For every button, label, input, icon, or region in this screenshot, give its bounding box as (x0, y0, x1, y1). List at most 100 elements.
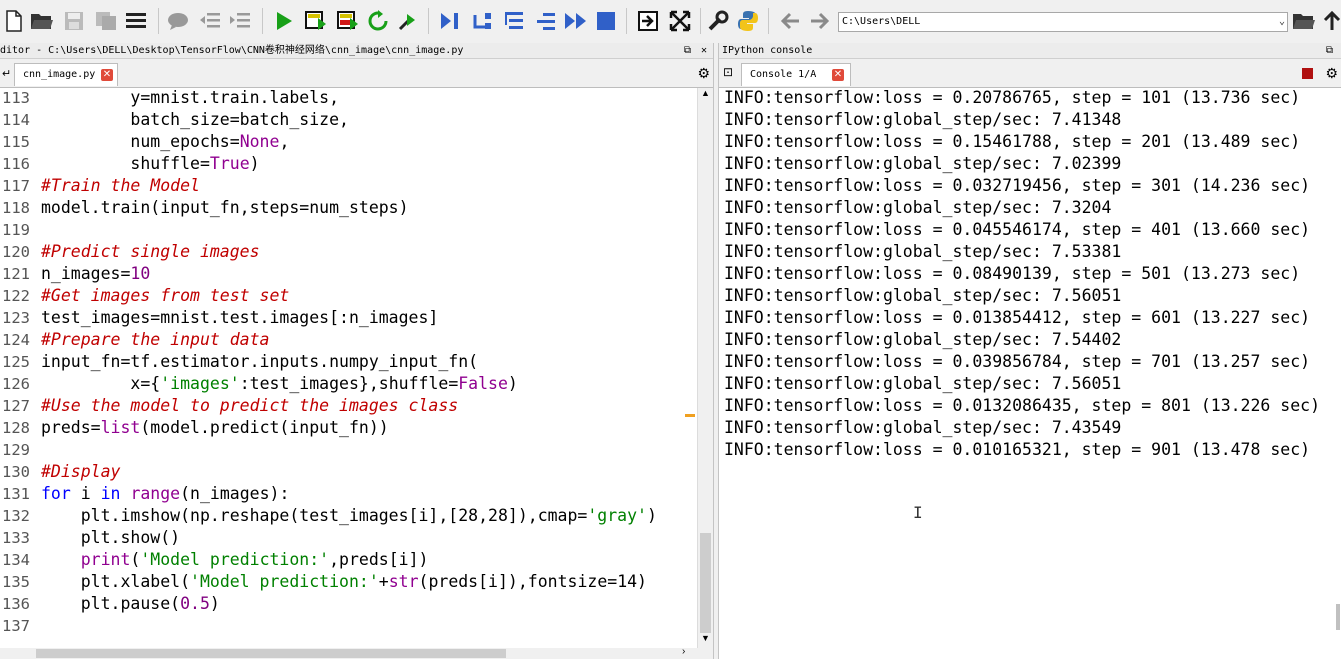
close-console-tab-icon[interactable]: ✕ (832, 69, 844, 81)
code-text: plt.show() (41, 527, 180, 549)
code-line[interactable]: 135 plt.xlabel('Model prediction:'+str(p… (0, 571, 697, 593)
maximize-pane-icon[interactable] (636, 9, 660, 33)
close-tab-icon[interactable]: ✕ (101, 69, 113, 81)
code-line[interactable]: 129 (0, 439, 697, 461)
code-text: #Use the model to predict the images cla… (41, 395, 458, 417)
console-gear-icon[interactable]: ⚙ (1325, 65, 1338, 82)
forward-arrow-icon[interactable] (808, 9, 832, 33)
indent-icon[interactable] (228, 9, 252, 33)
code-line[interactable]: 131 for i in range(n_images): (0, 483, 697, 505)
run-cell-icon[interactable] (304, 9, 328, 33)
new-file-icon[interactable] (2, 9, 26, 33)
parent-dir-icon[interactable] (1320, 9, 1341, 33)
code-line[interactable]: 121 n_images=10 (0, 263, 697, 285)
code-token: 10 (130, 264, 151, 283)
code-line[interactable]: 123 test_images=mnist.test.images[:n_imag… (0, 307, 697, 329)
code-line[interactable]: 119 (0, 219, 697, 241)
list-icon[interactable] (124, 9, 148, 33)
code-token: #Prepare the input data (41, 330, 270, 349)
run-cell-advance-icon[interactable] (336, 9, 360, 33)
continue-icon[interactable] (564, 9, 588, 33)
hscroll-thumb[interactable] (36, 649, 506, 658)
code-token: True (209, 154, 250, 173)
gear-icon[interactable]: ⚙ (697, 65, 710, 82)
console-line: INFO:tensorflow:loss = 0.032719456, step… (724, 176, 1311, 195)
code-token: (n_images): (180, 484, 290, 503)
scroll-thumb[interactable] (700, 533, 711, 633)
debug-icon[interactable] (438, 9, 462, 33)
code-token: None (239, 132, 280, 151)
code-text: plt.pause(0.5) (41, 593, 220, 615)
wrench-icon[interactable] (706, 9, 730, 33)
code-line[interactable]: 130 #Display (0, 461, 697, 483)
browse-consoles-icon[interactable]: ⊡ (723, 65, 733, 79)
unindent-icon[interactable] (198, 9, 222, 33)
code-line[interactable]: 113 y=mnist.train.labels, (0, 88, 697, 109)
tab-label: cnn_image.py (23, 69, 96, 80)
browse-folder-icon[interactable] (1292, 9, 1316, 33)
code-token: ) (646, 506, 657, 525)
close-pane-icon[interactable]: ✕ (701, 43, 707, 58)
code-token: i (70, 484, 101, 503)
python-icon[interactable] (736, 9, 760, 33)
open-folder-icon[interactable] (30, 9, 54, 33)
code-line[interactable]: 125 input_fn=tf.estimator.inputs.numpy_in… (0, 351, 697, 373)
code-line[interactable]: 122 #Get images from test set (0, 285, 697, 307)
scroll-down-icon[interactable]: ▼ (701, 633, 710, 643)
editor-horizontal-scrollbar[interactable]: › (0, 646, 713, 659)
back-arrow-icon[interactable] (778, 9, 802, 33)
code-line[interactable]: 127 #Use the model to predict the images … (0, 395, 697, 417)
working-directory-input[interactable]: C:\Users\DELL ⌄ (838, 12, 1288, 32)
browse-tabs-icon[interactable]: ↵ (2, 67, 11, 80)
line-number: 126 (2, 375, 30, 393)
code-line[interactable]: 117 #Train the Model (0, 175, 697, 197)
rerun-icon[interactable] (366, 9, 390, 33)
code-line[interactable]: 114 batch_size=batch_size, (0, 109, 697, 131)
run-icon[interactable] (272, 9, 296, 33)
scroll-right-icon[interactable]: › (682, 646, 685, 657)
stop-debug-icon[interactable] (594, 9, 618, 33)
code-token: for (41, 484, 71, 503)
code-line[interactable]: 128 preds=list(model.predict(input_fn)) (0, 417, 697, 439)
fullscreen-icon[interactable] (668, 9, 692, 33)
save-all-icon[interactable] (94, 9, 118, 33)
step-icon[interactable] (470, 9, 494, 33)
tab-cnn-image-py[interactable]: cnn_image.py ✕ (14, 63, 118, 86)
step-return-icon[interactable] (534, 9, 558, 33)
code-line[interactable]: 116 shuffle=True) (0, 153, 697, 175)
undock-icon[interactable]: ⧉ (684, 43, 691, 58)
console-tab-bar: ⊡ Console 1/A ✕ ⚙ (719, 59, 1341, 88)
save-icon[interactable] (62, 9, 86, 33)
code-line[interactable]: 115 num_epochs=None, (0, 131, 697, 153)
code-editor[interactable]: 113 y=mnist.train.labels, 114 batch_size=… (0, 88, 697, 648)
code-token: ) (507, 374, 518, 393)
scroll-up-icon[interactable]: ▲ (701, 88, 710, 98)
run-config-icon[interactable] (396, 9, 420, 33)
console-scroll-thumb[interactable] (1336, 604, 1340, 630)
code-line[interactable]: 134 print('Model prediction:',preds[i]) (0, 549, 697, 571)
comment-icon[interactable] (166, 9, 190, 33)
line-number: 137 (2, 617, 30, 635)
undock-console-icon[interactable]: ⧉ (1326, 43, 1333, 58)
code-line[interactable]: 118 model.train(input_fn,steps=num_steps) (0, 197, 697, 219)
line-number: 127 (2, 397, 30, 415)
code-line[interactable]: 120 #Predict single images (0, 241, 697, 263)
console-line: INFO:tensorflow:global_step/sec: 7.56051 (724, 286, 1122, 305)
chevron-down-icon[interactable]: ⌄ (1279, 13, 1285, 31)
console-output[interactable]: INFO:tensorflow:loss = 0.20786765, step … (719, 88, 1341, 659)
code-token: x={ (41, 374, 161, 393)
code-line[interactable]: 133 plt.show() (0, 527, 697, 549)
editor-vertical-scrollbar[interactable]: ▲ ▼ (697, 88, 714, 648)
tab-console-1a[interactable]: Console 1/A ✕ (741, 63, 851, 86)
step-into-icon[interactable] (502, 9, 526, 33)
code-line[interactable]: 124 #Prepare the input data (0, 329, 697, 351)
line-number: 131 (2, 485, 30, 503)
code-token: y=mnist.train.labels, (41, 88, 340, 107)
code-token: preds= (41, 418, 101, 437)
code-line[interactable]: 136 plt.pause(0.5) (0, 593, 697, 615)
code-line[interactable]: 132 plt.imshow(np.reshape(test_images[i]… (0, 505, 697, 527)
code-line[interactable]: 137 (0, 615, 697, 637)
interrupt-kernel-icon[interactable] (1302, 68, 1313, 79)
code-line[interactable]: 126 x={'images':test_images},shuffle=Fal… (0, 373, 697, 395)
console-line: INFO:tensorflow:global_step/sec: 7.56051 (724, 374, 1122, 393)
